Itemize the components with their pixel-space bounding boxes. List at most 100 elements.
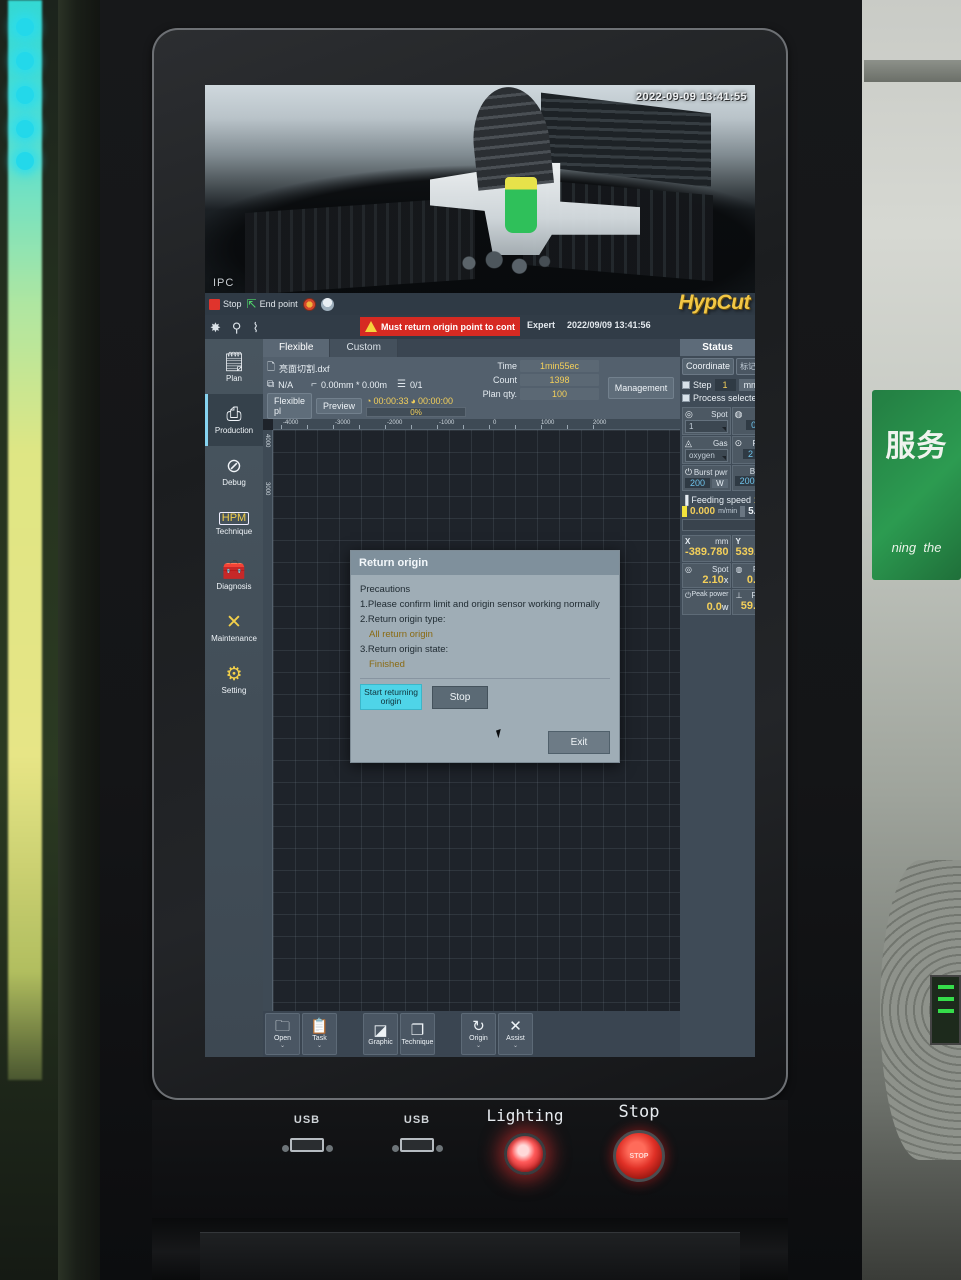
step-options: Step 1 mm Process selected only xyxy=(682,377,755,405)
status-task-tabs: Status Task xyxy=(680,339,755,356)
feed-indicator-active xyxy=(682,506,688,517)
dialog-exit-button[interactable]: Exit xyxy=(548,731,610,754)
part-count: 0/1 xyxy=(410,379,423,390)
readout-unit: X xyxy=(723,578,729,585)
gas-select[interactable]: oxygen xyxy=(685,449,728,462)
origin-arrow-icon: ↻ xyxy=(472,1018,485,1035)
remaining-time: 00:00:00 xyxy=(417,395,453,406)
follow-curve-icon[interactable]: ⌇ xyxy=(252,321,258,334)
task-button[interactable]: 📋 Task ⌄ xyxy=(302,1013,337,1055)
pressure-value[interactable]: 2 xyxy=(742,449,755,459)
focus-parameter[interactable]: ◍Focus 0mm xyxy=(731,407,755,435)
burst-power-unit: W xyxy=(712,478,728,488)
sidebar-item-diagnosis[interactable]: 🧰 Diagnosis xyxy=(205,550,263,602)
feeding-current: 0.000 xyxy=(690,506,716,517)
stat-key: Plan qty. xyxy=(482,389,518,399)
sidebar-item-maintenance[interactable]: ✕ Maintenance xyxy=(205,602,263,654)
burst-power-value[interactable]: 200 xyxy=(685,478,711,488)
usb-port-2[interactable]: USB xyxy=(372,1114,462,1152)
led-dot xyxy=(16,120,34,138)
laser-burst-icon[interactable]: ✸ xyxy=(210,321,221,334)
open-button[interactable]: 🗀 Open ⌄ xyxy=(265,1013,300,1055)
step-label: Step xyxy=(693,380,712,390)
feeding-current-unit: m/min xyxy=(718,508,738,515)
toolbox-icon: 🧰 xyxy=(222,560,246,581)
graphic-button[interactable]: ◪ Graphic xyxy=(363,1013,398,1055)
gas-parameter[interactable]: ◬ Gas oxygen xyxy=(682,436,731,464)
step-value[interactable]: 1 xyxy=(714,379,736,391)
sidebar-item-production[interactable]: ⎙ Production xyxy=(205,394,263,446)
file-icon: 🗋 xyxy=(267,362,276,373)
readout-name: Peak power xyxy=(691,591,729,598)
axis-label: X xyxy=(685,537,691,546)
pressure-parameter[interactable]: ⊙Pressure 2BAR xyxy=(731,436,755,464)
feed-bar-icon: ▐ xyxy=(682,495,689,505)
lighting-button[interactable] xyxy=(504,1133,546,1175)
origin-button[interactable]: ↻ Origin ⌄ xyxy=(461,1013,496,1055)
clipboard-icon: 📋 xyxy=(310,1018,329,1035)
readout-value: 0.0 xyxy=(746,574,755,586)
tool-label: Technique xyxy=(401,1038,434,1046)
stat-value: 100 xyxy=(520,388,600,400)
technique-button[interactable]: ❐ Technique xyxy=(400,1013,435,1055)
burst-freq-parameter[interactable]: Burst freq 2000Hz xyxy=(731,465,755,491)
tab-flexible[interactable]: Flexible xyxy=(263,339,331,357)
hypcut-brand-logo: HypCut xyxy=(678,291,750,314)
sidebar-item-debug[interactable]: ⊘ Debug xyxy=(205,446,263,498)
emergency-stop-control[interactable]: Stop STOP xyxy=(584,1102,694,1182)
coordinate-button[interactable]: Coordinate xyxy=(682,358,735,375)
alert-banner: Must return origin point to cont xyxy=(360,317,520,336)
led-dot xyxy=(16,18,34,36)
preview-button[interactable]: Preview xyxy=(316,398,363,414)
emergency-stop-button[interactable]: STOP xyxy=(613,1130,665,1182)
feeding-values: 0.000 m/min 5.000 m/min xyxy=(682,506,755,517)
usb-label: USB xyxy=(293,1114,321,1126)
management-button[interactable]: Management xyxy=(607,377,675,399)
stop-square-icon xyxy=(209,298,220,310)
sidebar-item-setting[interactable]: ⚙ Setting xyxy=(205,654,263,706)
assist-button[interactable]: ✕ Assist ⌄ xyxy=(498,1013,533,1055)
stack-icon: ❐ xyxy=(410,1021,425,1039)
readout-value: 59.7 xyxy=(740,600,755,612)
readout-name: Follow xyxy=(751,591,756,600)
readout-unit: W xyxy=(721,605,729,612)
flexible-plan-button[interactable]: Flexible pl xyxy=(267,393,313,419)
process-selected-label: Process selected only xyxy=(693,393,755,403)
user-avatar-icon[interactable] xyxy=(320,297,334,311)
stat-value: 1398 xyxy=(520,374,600,386)
mouse-cursor xyxy=(495,727,508,739)
spot-select[interactable]: 1 xyxy=(685,420,728,433)
tab-custom[interactable]: Custom xyxy=(330,339,398,357)
tab-status[interactable]: Status xyxy=(680,339,755,356)
chevron-down-icon: ⌄ xyxy=(475,1043,482,1049)
start-returning-origin-button[interactable]: Start returning origin xyxy=(360,684,422,710)
burst-freq-value[interactable]: 2000 xyxy=(734,476,755,486)
sidebar-item-plan[interactable]: 🗒 Plan xyxy=(205,342,263,394)
burst-power-parameter[interactable]: ⏻ Burst pwr 200 W xyxy=(682,465,731,491)
spot-parameter[interactable]: ◎ Spot 1 xyxy=(682,407,731,435)
file-info-left: 🗋 亮面切割.dxf ⧉ N/A ⌐ 0.00mm * 0.00m ☰ 0/1 xyxy=(263,357,470,419)
axis-x-value: -389.780 xyxy=(685,546,729,558)
lighting-control[interactable]: Lighting xyxy=(470,1106,580,1175)
stop-button[interactable]: Stop xyxy=(209,298,242,310)
step-checkbox-row[interactable]: Step 1 mm xyxy=(682,379,755,391)
timers: ◔ 00:00:33 ◕ 00:00:00 xyxy=(366,396,466,406)
power-icon: ⏻ xyxy=(685,467,693,477)
return-origin-dialog[interactable]: Return origin Precautions 1.Please confi… xyxy=(350,550,620,763)
process-selected-checkbox[interactable]: Process selected only xyxy=(682,393,755,403)
vertical-ruler: 4000 3000 xyxy=(263,430,273,1011)
led-dot xyxy=(16,152,34,170)
feeding-slider[interactable] xyxy=(682,519,755,531)
dialog-stop-button[interactable]: Stop xyxy=(432,685,488,709)
end-point-button[interactable]: ⇱ End point xyxy=(247,298,298,310)
sidebar-item-technique[interactable]: HPM Technique xyxy=(205,498,263,550)
sidebar-item-label: Setting xyxy=(221,686,247,695)
readout-value: 0.0 xyxy=(706,601,722,613)
dialog-separator xyxy=(360,678,610,679)
focus-value[interactable]: 0 xyxy=(746,420,755,430)
nozzle-icon[interactable]: ⚲ xyxy=(232,321,242,334)
usb-port-1[interactable]: USB xyxy=(262,1114,352,1152)
laser-circle-icon[interactable] xyxy=(302,297,316,311)
coordinate-select[interactable]: 标记G1 xyxy=(736,358,755,375)
graphic-icon: ◪ xyxy=(373,1021,388,1039)
